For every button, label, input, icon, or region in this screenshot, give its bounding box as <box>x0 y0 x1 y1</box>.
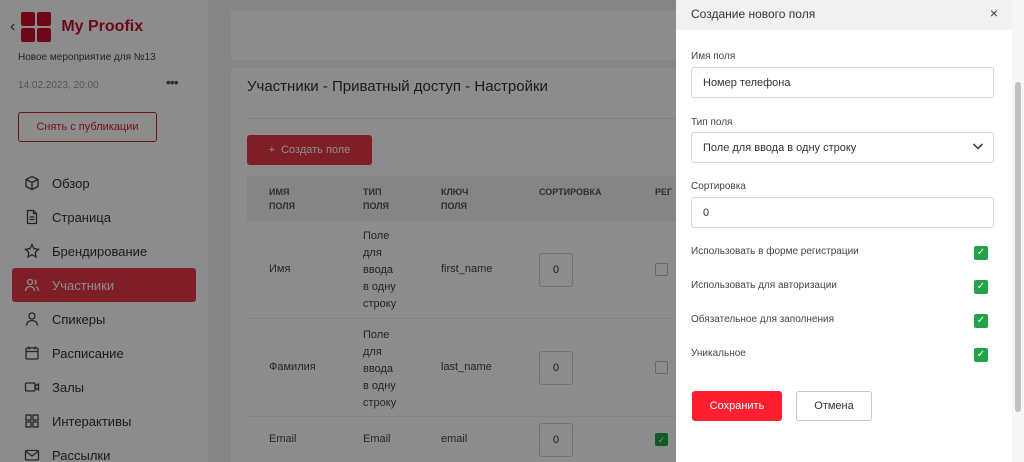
option-auth-label: Использовать для авторизации <box>691 280 837 291</box>
scrollbar[interactable] <box>1012 0 1024 462</box>
cancel-button[interactable]: Отмена <box>796 391 872 421</box>
field-name-input[interactable]: Номер телефона <box>691 67 994 98</box>
option-required-label: Обязательное для заполнения <box>691 314 835 325</box>
field-type-value: Поле для ввода в одну строку <box>703 141 857 154</box>
option-required-checkbox[interactable]: ✓ <box>974 314 988 328</box>
drawer-header: Создание нового поля × <box>676 0 1012 30</box>
option-unique-checkbox[interactable]: ✓ <box>974 348 988 362</box>
field-type-label: Тип поля <box>691 117 733 128</box>
scrollbar-thumb[interactable] <box>1015 82 1021 412</box>
close-icon[interactable]: × <box>990 5 998 21</box>
field-name-label: Имя поля <box>691 51 736 62</box>
drawer-title: Создание нового поля <box>691 7 816 21</box>
option-unique-label: Уникальное <box>691 348 746 359</box>
chevron-down-icon <box>971 139 985 156</box>
save-button[interactable]: Сохранить <box>692 391 782 421</box>
sort-label: Сортировка <box>691 181 746 192</box>
create-field-drawer: Создание нового поля × Имя поля Номер те… <box>676 0 1012 462</box>
option-auth-checkbox[interactable]: ✓ <box>974 280 988 294</box>
sort-input[interactable]: 0 <box>691 197 994 228</box>
option-registration-label: Использовать в форме регистрации <box>691 246 859 257</box>
option-registration-checkbox[interactable]: ✓ <box>974 246 988 260</box>
field-type-select[interactable]: Поле для ввода в одну строку <box>691 132 994 163</box>
